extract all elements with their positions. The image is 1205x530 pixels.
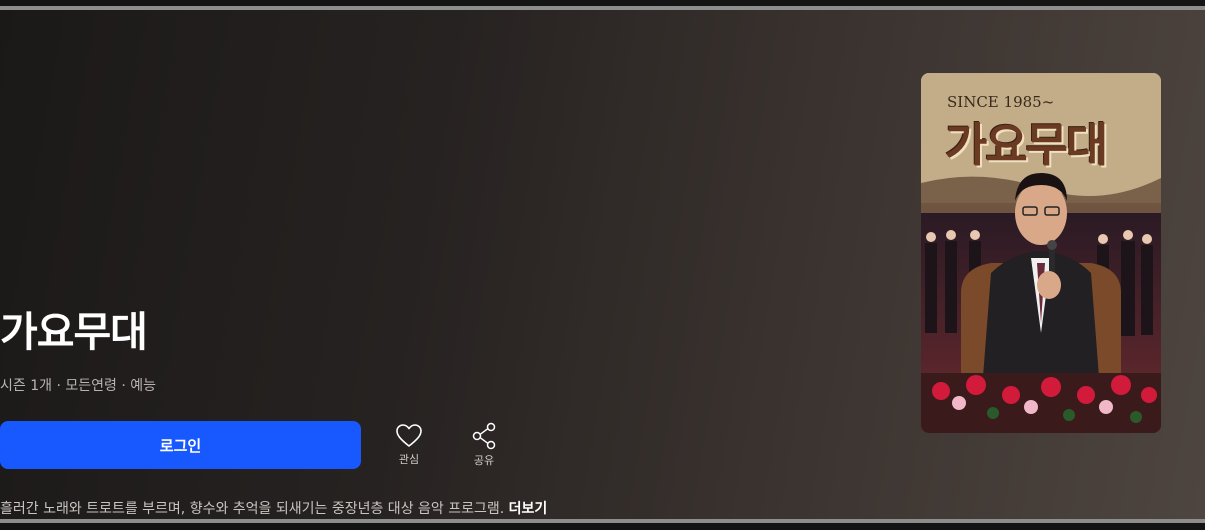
share-label: 공유	[473, 454, 495, 467]
show-meta: 시즌 1개 · 모든연령 · 예능	[0, 378, 156, 394]
show-title: 가요무대	[0, 308, 148, 356]
more-link[interactable]: 더보기	[509, 501, 548, 517]
login-button[interactable]: 로그인	[0, 421, 361, 469]
poster-title: 가요무대	[945, 118, 1108, 172]
bottom-border	[0, 523, 1205, 530]
show-description: 흘러간 노래와 트로트를 부르며, 향수와 추억을 되새기는 중장년층 대상 음…	[0, 499, 547, 519]
heart-icon	[395, 423, 423, 449]
show-poster: SINCE 1985~ 가요무대	[921, 73, 1161, 433]
show-detail-page: 가요무대 시즌 1개 · 모든연령 · 예능 로그인 관심 공유 흘러간 노래와…	[0, 0, 1205, 530]
share-button[interactable]: 공유	[460, 422, 508, 468]
top-divider	[0, 6, 1205, 10]
favorite-button[interactable]: 관심	[385, 423, 433, 467]
description-text: 흘러간 노래와 트로트를 부르며, 향수와 추억을 되새기는 중장년층 대상 음…	[0, 501, 505, 517]
favorite-label: 관심	[398, 453, 420, 466]
share-icon	[471, 422, 497, 450]
